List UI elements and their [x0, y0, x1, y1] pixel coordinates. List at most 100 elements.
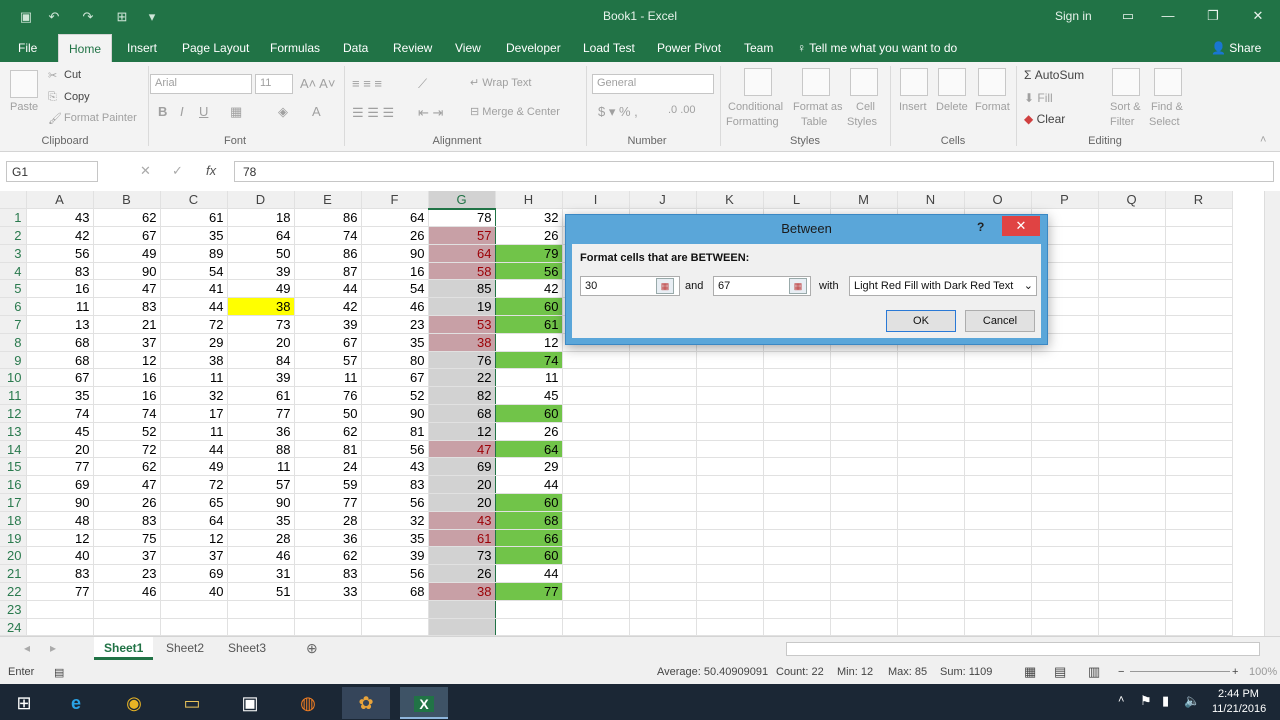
- cell[interactable]: [562, 493, 630, 512]
- cell[interactable]: 61: [227, 386, 295, 406]
- cell[interactable]: 77: [26, 457, 94, 477]
- cell[interactable]: 59: [294, 475, 362, 495]
- cancel-entry-icon[interactable]: ✕: [140, 163, 151, 179]
- copy-icon[interactable]: ⎘: [48, 91, 57, 104]
- cell[interactable]: 31: [227, 564, 295, 584]
- cell[interactable]: [562, 582, 630, 601]
- format-painter-button[interactable]: Format Painter: [64, 112, 137, 124]
- format-cells-icon[interactable]: [978, 68, 1006, 96]
- cell[interactable]: 16: [93, 386, 161, 406]
- cell[interactable]: [897, 404, 965, 423]
- cell[interactable]: 26: [93, 493, 161, 512]
- cell[interactable]: [562, 368, 630, 388]
- cell[interactable]: 49: [227, 279, 295, 299]
- cell[interactable]: 86: [294, 244, 362, 263]
- cell[interactable]: 11: [26, 297, 94, 317]
- cell[interactable]: [1098, 386, 1166, 406]
- cell[interactable]: 78: [427, 207, 496, 228]
- cell[interactable]: [1098, 511, 1166, 530]
- cell[interactable]: 67: [294, 333, 362, 352]
- tab-team[interactable]: Team: [738, 34, 779, 62]
- row-header[interactable]: 3: [0, 244, 27, 263]
- cell[interactable]: [696, 582, 764, 601]
- wrap-text-button[interactable]: ↵ Wrap Text: [470, 76, 531, 89]
- cell[interactable]: [629, 368, 697, 388]
- cell[interactable]: 32: [361, 511, 429, 530]
- cell[interactable]: 61: [495, 315, 563, 334]
- cell[interactable]: 90: [93, 262, 161, 281]
- column-header[interactable]: L: [763, 191, 831, 210]
- underline-icon[interactable]: U: [199, 104, 208, 119]
- cell[interactable]: [1031, 493, 1099, 512]
- cell[interactable]: 83: [93, 511, 161, 530]
- row-header[interactable]: 11: [0, 386, 27, 406]
- find-select-label-2[interactable]: Select: [1149, 116, 1180, 128]
- cell[interactable]: 60: [495, 297, 563, 317]
- cell[interactable]: 32: [160, 386, 228, 406]
- sheet-tab-1[interactable]: Sheet1: [94, 637, 154, 660]
- indent-icon[interactable]: ⇤ ⇥: [418, 105, 443, 121]
- cell[interactable]: [696, 529, 764, 548]
- format-select[interactable]: Light Red Fill with Dark Red Text ⌄: [849, 276, 1037, 296]
- cell[interactable]: [830, 475, 898, 495]
- tab-file[interactable]: File: [12, 34, 43, 62]
- cell[interactable]: 76: [294, 386, 362, 406]
- column-header[interactable]: G: [428, 191, 496, 210]
- snagit-icon[interactable]: ✿: [342, 687, 390, 719]
- page-break-icon[interactable]: ▥: [1088, 664, 1100, 680]
- cell[interactable]: 46: [361, 297, 429, 317]
- cell-styles-label[interactable]: Cell: [856, 101, 875, 113]
- cell[interactable]: 56: [361, 493, 429, 512]
- orientation-icon[interactable]: ⟋: [418, 76, 427, 92]
- cell[interactable]: [763, 511, 831, 530]
- cell[interactable]: [696, 404, 764, 423]
- format-painter-icon[interactable]: 🖌: [48, 112, 62, 125]
- cell[interactable]: [696, 368, 764, 388]
- column-header[interactable]: P: [1031, 191, 1099, 210]
- cell[interactable]: [1165, 600, 1233, 619]
- cell[interactable]: 44: [495, 475, 563, 495]
- cell[interactable]: [26, 618, 94, 636]
- cell[interactable]: 85: [427, 279, 496, 299]
- cell[interactable]: 11: [495, 368, 563, 388]
- cell[interactable]: 12: [160, 529, 228, 548]
- row-header[interactable]: 20: [0, 546, 27, 566]
- scroll-left-icon[interactable]: ◂: [24, 641, 30, 655]
- normal-view-icon[interactable]: ▦: [1024, 664, 1036, 680]
- row-header[interactable]: 17: [0, 493, 27, 512]
- cell[interactable]: [763, 529, 831, 548]
- cell[interactable]: [629, 422, 697, 441]
- cell[interactable]: 86: [294, 208, 362, 228]
- column-header[interactable]: Q: [1098, 191, 1166, 210]
- cell[interactable]: 73: [427, 546, 496, 566]
- cell[interactable]: [830, 618, 898, 636]
- cell[interactable]: [562, 457, 630, 477]
- cell[interactable]: [897, 493, 965, 512]
- cell[interactable]: 39: [227, 262, 295, 281]
- cell[interactable]: [964, 600, 1032, 619]
- cell[interactable]: [897, 564, 965, 584]
- cell[interactable]: [696, 475, 764, 495]
- cell[interactable]: 52: [93, 422, 161, 441]
- cell[interactable]: [763, 422, 831, 441]
- cell[interactable]: 69: [160, 564, 228, 584]
- cell[interactable]: [1031, 529, 1099, 548]
- cell[interactable]: 20: [427, 475, 496, 495]
- cell[interactable]: 24: [294, 457, 362, 477]
- cell[interactable]: 67: [93, 226, 161, 245]
- tab-page-layout[interactable]: Page Layout: [176, 34, 255, 62]
- cell[interactable]: [1165, 315, 1233, 334]
- delete-cells-button[interactable]: Delete: [936, 101, 968, 113]
- cell[interactable]: [1098, 333, 1166, 352]
- cell[interactable]: [897, 386, 965, 406]
- cell[interactable]: [1098, 226, 1166, 245]
- cell[interactable]: 57: [294, 351, 362, 370]
- sign-in-link[interactable]: Sign in: [1055, 9, 1092, 23]
- cell[interactable]: [1165, 511, 1233, 530]
- cell[interactable]: [696, 493, 764, 512]
- cell[interactable]: [227, 600, 295, 619]
- cell[interactable]: 88: [227, 440, 295, 459]
- cell[interactable]: [830, 511, 898, 530]
- cell[interactable]: 41: [160, 279, 228, 299]
- cell[interactable]: [897, 600, 965, 619]
